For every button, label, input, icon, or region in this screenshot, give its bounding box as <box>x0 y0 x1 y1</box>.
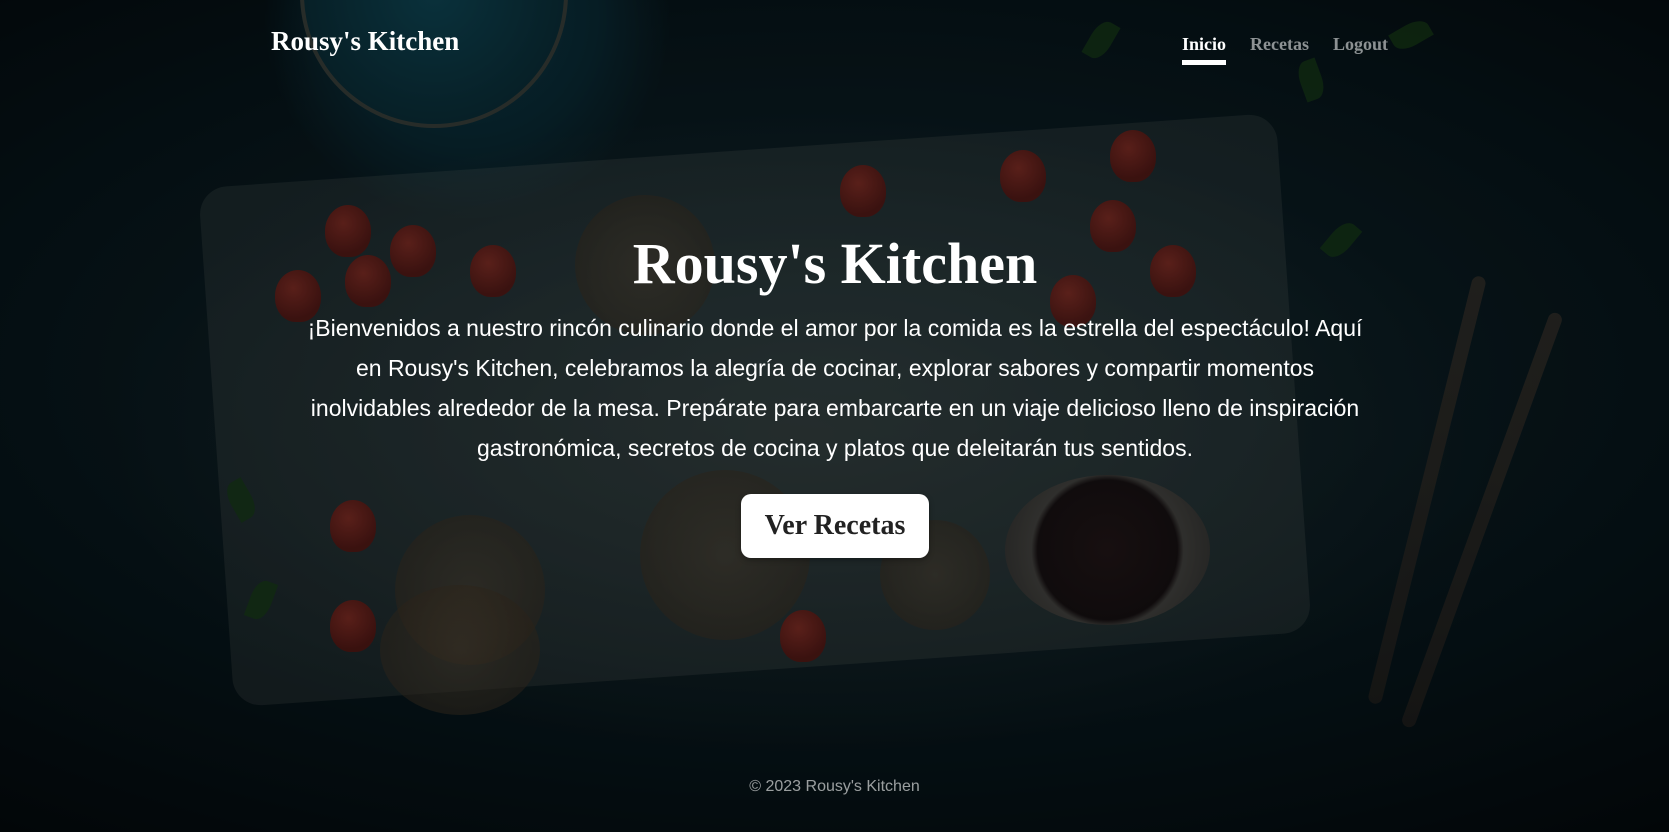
hero-title: Rousy's Kitchen <box>632 231 1038 296</box>
top-navbar: Rousy's Kitchen Inicio Recetas Logout <box>0 0 1669 80</box>
footer-copyright: © 2023 Rousy's Kitchen <box>749 778 920 795</box>
hero-section: Rousy's Kitchen ¡Bienvenidos a nuestro r… <box>290 232 1380 558</box>
nav-link-recetas[interactable]: Recetas <box>1250 34 1309 65</box>
nav-link-inicio[interactable]: Inicio <box>1182 34 1227 65</box>
hero-description: ¡Bienvenidos a nuestro rincón culinario … <box>307 314 1363 461</box>
ver-recetas-button[interactable]: Ver Recetas <box>740 493 930 558</box>
footer: © 2023 Rousy's Kitchen <box>0 778 1669 796</box>
main-nav: Inicio Recetas Logout <box>1182 34 1388 65</box>
nav-link-logout[interactable]: Logout <box>1333 34 1388 65</box>
brand-logo[interactable]: Rousy's Kitchen <box>271 26 459 57</box>
